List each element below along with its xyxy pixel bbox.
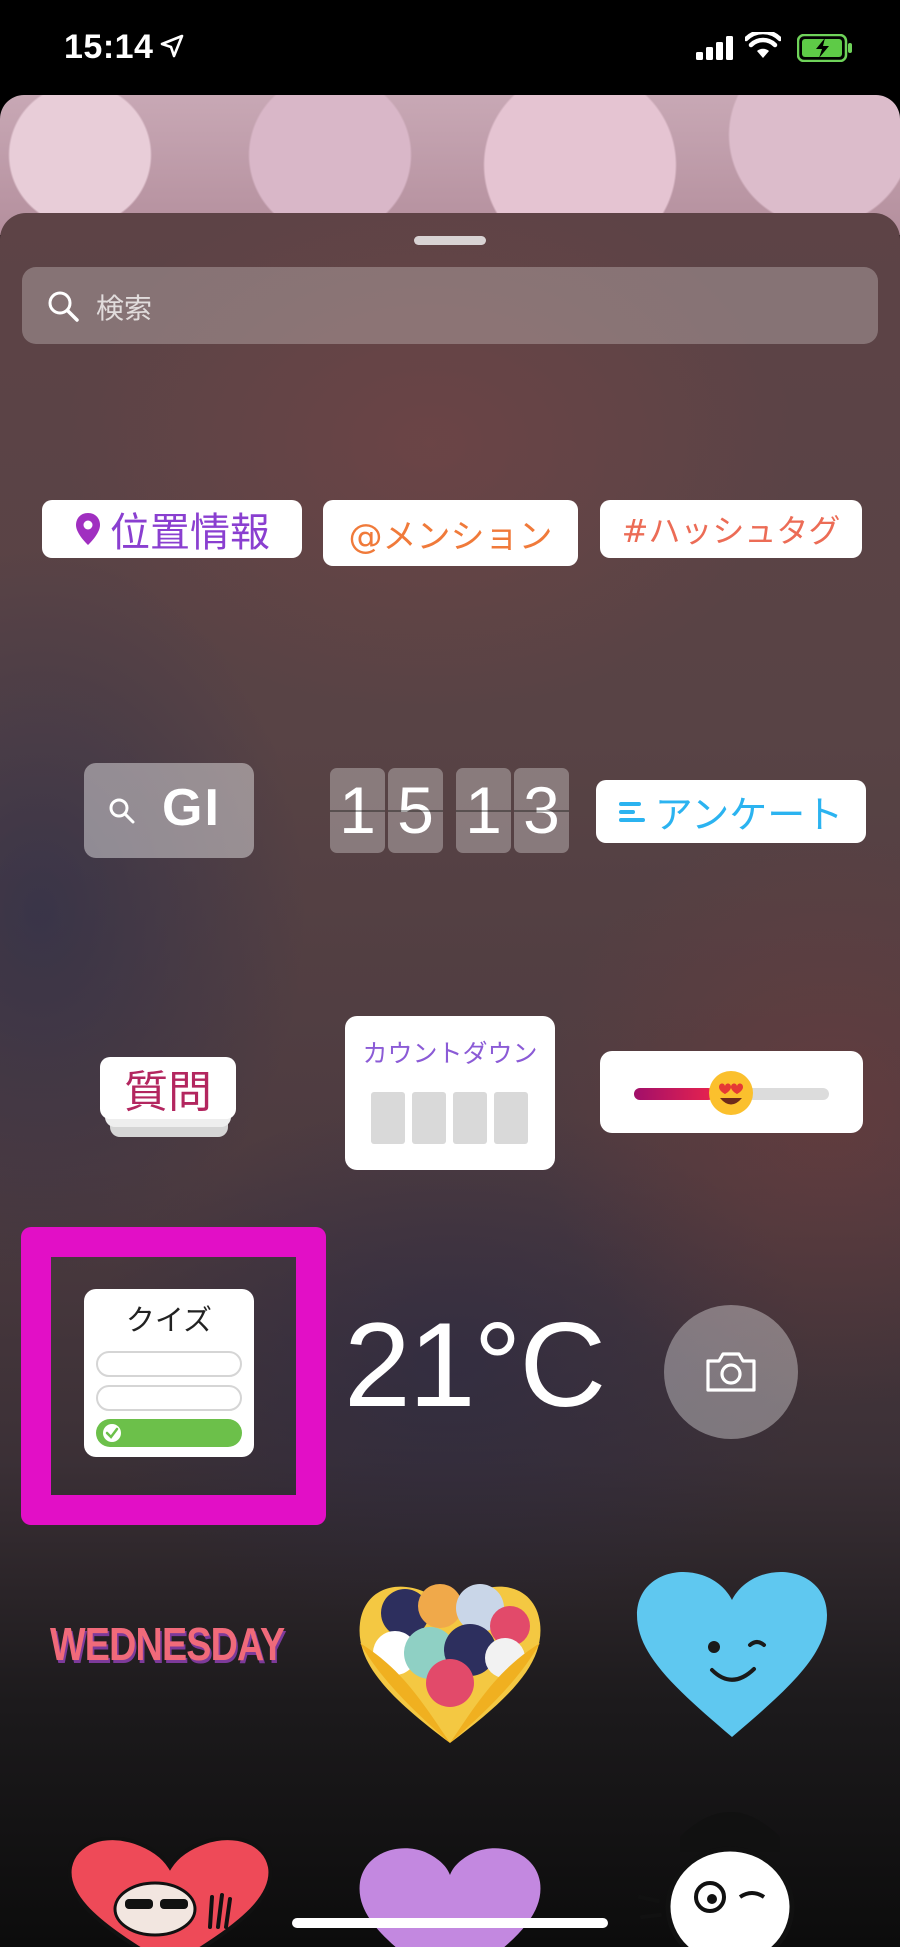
clock-digit: 5 [388, 768, 443, 853]
home-indicator[interactable] [292, 1918, 608, 1928]
search-placeholder: 検索 [96, 292, 153, 325]
battery-charging-icon [797, 34, 852, 62]
countdown-digit-box [371, 1092, 405, 1144]
quiz-label: クイズ [125, 1303, 213, 1337]
question-card-front: 質問 [100, 1057, 236, 1119]
countdown-label: カウントダウン [362, 1039, 538, 1068]
temperature-sticker[interactable]: 21°C [344, 1305, 606, 1425]
quiz-sticker[interactable]: クイズ [84, 1289, 254, 1457]
status-bar: 15:14 [0, 0, 900, 95]
quiz-correct-option [96, 1419, 242, 1447]
sticker-search-input[interactable]: 検索 [22, 267, 878, 344]
wifi-icon [745, 32, 781, 58]
search-icon [48, 291, 79, 322]
countdown-digit-box [412, 1092, 446, 1144]
clock-digit: 1 [330, 768, 385, 853]
heart-flowers-sticker[interactable] [350, 1558, 550, 1758]
mention-label: @メンション [348, 516, 553, 557]
countdown-digit-box [494, 1092, 528, 1144]
quiz-option [96, 1385, 242, 1411]
location-label: 位置情報 [110, 510, 270, 556]
status-time: 15:14 [64, 28, 154, 66]
location-pin-icon [76, 513, 100, 545]
hashtag-label: #ハッシュタグ [621, 512, 841, 550]
countdown-digit-box [453, 1092, 487, 1144]
purple-heart-sticker[interactable] [350, 1847, 550, 1947]
quiz-option [96, 1351, 242, 1377]
mention-sticker[interactable]: @メンション [323, 500, 578, 566]
question-label: 質問 [124, 1067, 212, 1118]
clock-digit: 3 [514, 768, 569, 853]
location-arrow-icon [160, 34, 184, 58]
countdown-sticker[interactable]: カウントダウン [345, 1016, 555, 1170]
camera-sticker-button[interactable] [664, 1305, 798, 1439]
emoji-slider-sticker[interactable] [600, 1051, 863, 1133]
cartoon-face-sticker[interactable] [630, 1797, 830, 1947]
poll-bars-icon [618, 801, 645, 822]
question-sticker[interactable]: 質問 [100, 1057, 236, 1137]
poll-sticker[interactable]: アンケート [596, 780, 866, 843]
sheet-grabber[interactable] [414, 236, 486, 245]
winking-heart-sticker[interactable] [632, 1565, 832, 1745]
clock-digit: 1 [456, 768, 511, 853]
camera-icon [706, 1352, 756, 1392]
weekday-sticker[interactable]: WEDNESDAY [50, 1617, 285, 1671]
heart-eyes-emoji-icon [709, 1071, 753, 1115]
gif-label: GI [162, 779, 221, 837]
gif-search-icon [109, 798, 135, 824]
sticker-tray: 検索 位置情報 @メンション #ハッシュタグ GI 1 5 1 3 アンケート [0, 213, 900, 1947]
cellular-signal-icon [696, 36, 733, 60]
gif-sticker[interactable]: GI [84, 763, 254, 858]
heart-character-sticker[interactable] [60, 1837, 280, 1947]
poll-label: アンケート [654, 793, 844, 837]
check-icon [103, 1424, 121, 1442]
location-sticker[interactable]: 位置情報 [42, 500, 302, 558]
slider-fill [634, 1088, 714, 1100]
hashtag-sticker[interactable]: #ハッシュタグ [600, 500, 862, 558]
